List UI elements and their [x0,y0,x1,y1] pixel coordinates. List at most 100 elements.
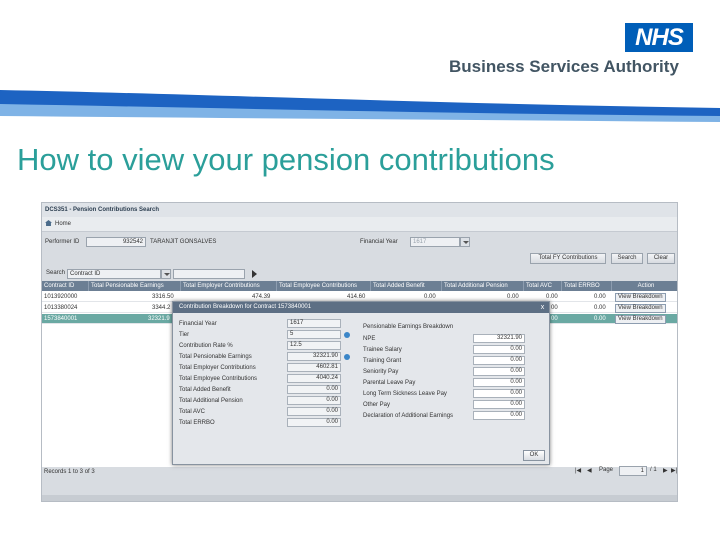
performer-row: Performer ID 932542 TARANJIT GONSALVES F… [42,233,677,251]
search-input[interactable] [173,269,245,279]
detail-label: Total Added Benefit [179,387,231,393]
detail-label: Total Pensionable Earnings [179,354,252,360]
home-icon[interactable] [45,220,52,226]
column-header[interactable]: Total Added Benefit [371,281,442,291]
cell-errbo: 0.00 [594,316,606,322]
app-window: DCS351 - Pension Contributions Search Ho… [41,202,678,502]
detail-label: Total Employer Contributions [179,365,256,371]
column-header[interactable]: Total Pensionable Earnings [89,281,181,291]
breakdown-label: Other Pay [363,402,391,408]
detail-value: 32321.90 [287,352,341,361]
page-of: / 1 [650,467,657,473]
column-header[interactable]: Total Employer Contributions [181,281,277,291]
prev-page-icon[interactable]: ◀ [587,467,592,474]
play-icon[interactable] [252,270,257,278]
status-bar [42,495,677,501]
chevron-down-icon[interactable] [161,269,171,279]
view-breakdown-button[interactable]: View Breakdown [615,304,666,313]
contribution-breakdown-dialog: Contribution Breakdown for Contract 1573… [172,301,550,465]
nhs-logo: NHS [625,23,693,52]
cell-earnings: 32321.9 [148,316,170,322]
search-row: Search Contract ID [42,267,677,281]
breakdown-value: 0.00 [473,389,525,398]
view-breakdown-button[interactable]: View Breakdown [615,293,666,302]
column-header[interactable]: Total AVC [524,281,562,291]
page-label: Page [599,467,614,473]
cell-avc: 00 [551,316,558,322]
app-window-title: DCS351 - Pension Contributions Search [42,203,677,217]
breakdown-label: Declaration of Additional Earnings [363,413,454,419]
next-page-icon[interactable]: ▶ [663,467,668,474]
info-icon[interactable] [344,354,350,360]
detail-label: Contribution Rate % [179,343,233,349]
first-page-icon[interactable]: |◀ [575,467,581,474]
dialog-body: Financial Year 1617 Tier 5 Contribution … [173,313,549,466]
column-header[interactable]: Action [612,281,677,291]
detail-label: Total AVC [179,409,205,415]
ok-button[interactable]: OK [523,450,545,461]
cell-contract-id: 1013380024 [44,305,78,311]
total-fy-contributions-button[interactable]: Total FY Contributions [530,253,606,264]
page-input[interactable]: 1 [619,466,647,476]
breakdown-value: 0.00 [473,378,525,387]
cell-errbo: 0.00 [594,305,606,311]
cell-earnings: 3316.50 [152,294,174,300]
header-swoosh-decoration [0,82,720,122]
breakdown-value: 0.00 [473,345,525,354]
detail-value: 0.00 [287,418,341,427]
chevron-down-icon[interactable] [460,237,470,247]
detail-label: Total ERRBO [179,420,215,426]
detail-value: 5 [287,330,341,339]
performer-name: TARANJIT GONSALVES [150,239,217,245]
financial-year-label: Financial Year [360,239,398,245]
breakdown-label: Trainee Salary [363,347,402,353]
search-button[interactable]: Search [611,253,643,264]
earnings-breakdown-heading: Pensionable Earnings Breakdown [363,324,454,330]
column-header[interactable]: Total Employee Contributions [277,281,371,291]
detail-value: 4602.81 [287,363,341,372]
detail-value: 0.00 [287,396,341,405]
performer-id-field[interactable]: 932542 [86,237,146,247]
cell-contract-id: 1013920000 [44,294,78,300]
column-header[interactable]: Total Additional Pension [442,281,524,291]
breakdown-label: Parental Leave Pay [363,380,416,386]
detail-value: 0.00 [287,407,341,416]
breakdown-label: Long Term Sickness Leave Pay [363,391,447,397]
clear-button[interactable]: Clear [647,253,675,264]
cell-earnings: 3344.2 [152,305,171,311]
breakdown-label: Seniority Pay [363,369,399,375]
search-by-select[interactable]: Contract ID [67,269,161,279]
home-link[interactable]: Home [55,221,71,227]
grid-header: Contract ID Total Pensionable Earnings T… [42,281,677,291]
dialog-title: Contribution Breakdown for Contract 1573… [173,302,549,313]
detail-value: 0.00 [287,385,341,394]
detail-value: 4040.24 [287,374,341,383]
performer-id-label: Performer ID [45,239,80,245]
breakdown-value: 0.00 [473,400,525,409]
breakdown-value: 0.00 [473,411,525,420]
cell-avc: 00 [551,305,558,311]
detail-value: 1617 [287,319,341,328]
slide-title: How to view your pension contributions [17,142,555,177]
search-label: Search [46,270,66,276]
column-header[interactable]: Contract ID [42,281,89,291]
records-count: Records 1 to 3 of 3 [44,469,95,475]
cell-contract-id: 1573840001 [44,316,78,322]
close-icon[interactable]: x [539,304,546,311]
view-breakdown-button[interactable]: View Breakdown [615,315,666,324]
last-page-icon[interactable]: ▶| [671,467,677,474]
breakdown-label: NPE [363,336,376,342]
breakdown-value: 0.00 [473,356,525,365]
breakdown-value: 32321.90 [473,334,525,343]
breakdown-label: Training Grant [363,358,402,364]
detail-label: Financial Year [179,321,217,327]
info-icon[interactable] [344,332,350,338]
financial-year-select[interactable]: 1617 [410,237,460,247]
detail-value: 12.5 [287,341,341,350]
detail-label: Total Additional Pension [179,398,243,404]
cell-errbo: 0.00 [594,294,606,300]
breakdown-value: 0.00 [473,367,525,376]
column-header[interactable]: Total ERRBO [562,281,612,291]
home-bar: Home [42,217,677,232]
detail-label: Tier [179,332,190,338]
